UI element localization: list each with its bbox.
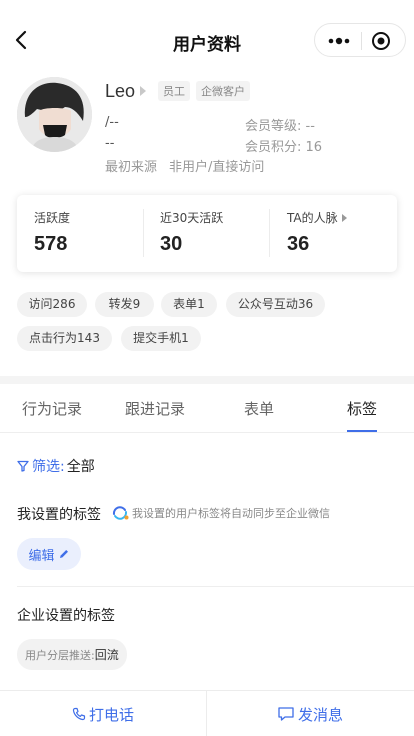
filter-label: 筛选: bbox=[32, 459, 65, 475]
profile-tag: 员工 bbox=[158, 81, 191, 101]
profile-field-left-1: /-- bbox=[105, 115, 119, 130]
stat-connections[interactable]: TA的人脉 36 bbox=[287, 209, 347, 256]
stat-value: 30 bbox=[160, 233, 183, 255]
name-arrow-icon[interactable] bbox=[140, 86, 147, 96]
pencil-icon bbox=[59, 550, 68, 558]
behavior-chip-phone-submit[interactable]: 提交手机1 bbox=[121, 326, 201, 351]
member-level: 会员等级: -- bbox=[245, 119, 315, 134]
message-label: 发消息 bbox=[297, 705, 343, 724]
source-value: 非用户/直接访问 bbox=[169, 160, 265, 175]
hint-text: 我设置的用户标签将自动同步至企业微信 bbox=[132, 507, 330, 520]
section-divider-band bbox=[0, 376, 414, 384]
stat-label-row: TA的人脉 bbox=[287, 209, 347, 226]
active-tab-indicator bbox=[347, 430, 377, 432]
stats-card: 活跃度 578 近30天活跃 30 TA的人脉 36 bbox=[17, 195, 397, 272]
filter-value: 全部 bbox=[66, 459, 95, 475]
behavior-chip-shares[interactable]: 转发9 bbox=[95, 292, 154, 317]
stat-30day-activity: 近30天活跃 30 bbox=[160, 209, 223, 256]
more-dots-icon[interactable] bbox=[326, 32, 352, 50]
bottom-action-bar: 打电话 发消息 bbox=[0, 690, 414, 736]
stat-label: 近30天活跃 bbox=[160, 211, 224, 225]
stat-activity: 活跃度 578 bbox=[34, 209, 70, 256]
stat-label: TA的人脉 bbox=[287, 211, 338, 225]
chat-bubble-icon bbox=[278, 707, 294, 721]
stat-value: 578 bbox=[34, 233, 68, 255]
nav-header: 用户资料 bbox=[0, 0, 414, 80]
profile-tag: 企微客户 bbox=[196, 81, 251, 101]
tab-forms[interactable]: 表单 bbox=[244, 398, 274, 419]
stat-divider bbox=[143, 209, 144, 257]
call-label: 打电话 bbox=[88, 705, 134, 724]
my-tags-title: 我设置的标签 bbox=[17, 507, 101, 523]
behavior-chip-clicks[interactable]: 点击行为143 bbox=[17, 326, 112, 351]
segment-label: 用户分层推送: bbox=[25, 648, 95, 662]
avatar[interactable] bbox=[17, 77, 92, 152]
edit-label: 编辑 bbox=[28, 548, 55, 564]
filter-funnel-icon bbox=[17, 460, 29, 472]
company-tags-title: 企业设置的标签 bbox=[17, 608, 115, 624]
section-divider bbox=[17, 586, 414, 587]
profile-name-row: Leo 员工 企微客户 bbox=[105, 80, 256, 102]
miniprogram-capsule bbox=[314, 23, 406, 57]
tab-tags[interactable]: 标签 bbox=[347, 398, 377, 419]
segment-value: 回流 bbox=[94, 648, 119, 662]
call-button[interactable]: 打电话 bbox=[0, 691, 206, 736]
behavior-chip-official-account[interactable]: 公众号互动36 bbox=[226, 292, 325, 317]
stat-value: 36 bbox=[287, 233, 310, 255]
tab-followup-records[interactable]: 跟进记录 bbox=[125, 398, 185, 419]
capsule-divider bbox=[361, 32, 362, 50]
stat-divider bbox=[269, 209, 270, 257]
behavior-chip-forms[interactable]: 表单1 bbox=[161, 292, 217, 317]
stat-label: 活跃度 bbox=[34, 211, 71, 225]
member-points: 会员积分: 16 bbox=[245, 140, 323, 155]
edit-tags-button[interactable]: 编辑 bbox=[17, 538, 81, 570]
sync-icon bbox=[112, 506, 129, 520]
filter-control[interactable]: 筛选: 全部 bbox=[17, 456, 95, 476]
profile-name[interactable]: Leo bbox=[105, 81, 135, 102]
behavior-chip-visits[interactable]: 访问286 bbox=[17, 292, 87, 317]
source-label: 最初来源 bbox=[105, 160, 158, 175]
connections-arrow-icon[interactable] bbox=[341, 213, 347, 222]
company-tag-chip: 用户分层推送: 回流 bbox=[17, 639, 127, 670]
target-circle-icon[interactable] bbox=[371, 31, 391, 51]
phone-icon bbox=[72, 707, 86, 721]
profile-field-left-2: -- bbox=[105, 136, 115, 151]
message-button[interactable]: 发消息 bbox=[207, 691, 413, 736]
tabs-bottom-border bbox=[0, 432, 414, 433]
tab-behavior-records[interactable]: 行为记录 bbox=[22, 398, 82, 419]
my-tags-hint: 我设置的用户标签将自动同步至企业微信 bbox=[111, 505, 330, 521]
